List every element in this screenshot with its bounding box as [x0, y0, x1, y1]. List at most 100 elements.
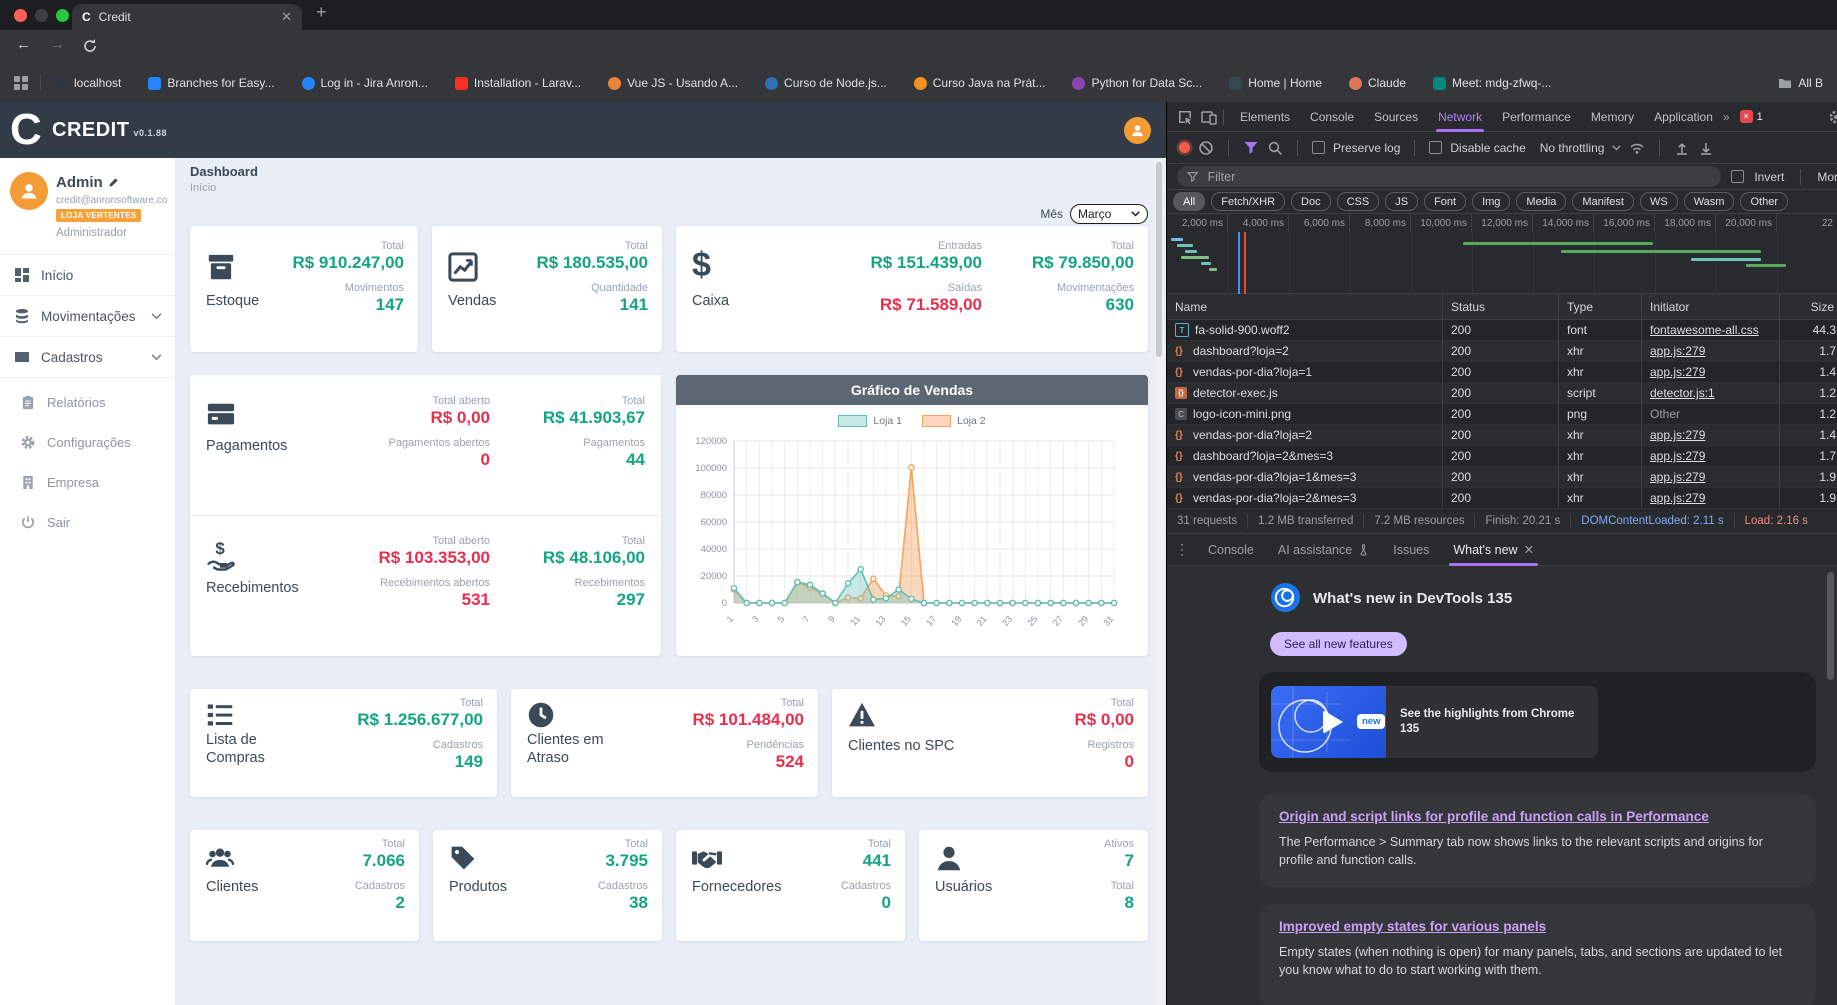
drawer-tab-ai-assistance[interactable]: AI assistance	[1268, 534, 1379, 566]
table-row[interactable]: {} vendas-por-dia?loja=1&mes=3 200 xhr ap…	[1167, 467, 1837, 488]
drawer-tab-whats-new[interactable]: What's new ✕	[1443, 534, 1544, 566]
bookmark-item[interactable]: Python for Data Sc...	[1072, 76, 1202, 90]
initiator-link[interactable]: detector.js:1	[1650, 386, 1715, 400]
initiator-link[interactable]: app.js:279	[1650, 365, 1705, 379]
month-select[interactable]: Março	[1070, 204, 1148, 224]
sidebar-item-configuracoes[interactable]: Configurações	[0, 422, 176, 462]
initiator-link[interactable]: app.js:279	[1650, 344, 1705, 358]
new-tab-button[interactable]: +	[316, 2, 327, 23]
drawer-tab-console[interactable]: Console	[1198, 534, 1264, 566]
filter-input[interactable]	[1205, 168, 1712, 185]
filter-funnel-icon[interactable]	[1243, 140, 1259, 156]
close-icon[interactable]: ✕	[1524, 542, 1534, 557]
device-toolbar-icon[interactable]	[1201, 109, 1217, 125]
filter-chip-media[interactable]: Media	[1516, 192, 1567, 211]
initiator-link[interactable]: fontawesome-all.css	[1650, 323, 1759, 337]
video-thumbnail[interactable]: new	[1271, 686, 1386, 758]
table-row[interactable]: {} vendas-por-dia?loja=1 200 xhr app.js:2…	[1167, 362, 1837, 383]
throttling-select[interactable]: No throttling	[1540, 141, 1605, 155]
column-header-size[interactable]: Size	[1780, 294, 1837, 320]
section-link[interactable]: Improved empty states for various panels	[1279, 919, 1796, 934]
highlight-card[interactable]: new See the highlights from Chrome 135	[1259, 672, 1816, 772]
bookmark-item[interactable]: Curso Java na Prát...	[913, 76, 1045, 90]
tab-close-icon[interactable]: ✕	[281, 9, 292, 25]
devtools-tab-application[interactable]: Application	[1644, 102, 1723, 132]
filter-chip-fetchxhr[interactable]: Fetch/XHR	[1211, 192, 1286, 211]
invert-checkbox[interactable]	[1731, 170, 1745, 183]
table-row[interactable]: Clogo-icon-mini.png 200 png Other 1.2	[1167, 404, 1837, 425]
column-header-name[interactable]: Name	[1167, 293, 1443, 320]
forward-icon[interactable]: →	[50, 36, 65, 53]
filter-chip-js[interactable]: JS	[1385, 192, 1419, 211]
bookmark-item[interactable]: Curso de Node.js...	[765, 76, 887, 90]
preserve-log-checkbox[interactable]	[1312, 141, 1325, 154]
network-overview[interactable]	[1167, 232, 1837, 294]
search-icon[interactable]	[1267, 140, 1283, 156]
column-header-initiator[interactable]: Initiator	[1642, 293, 1780, 320]
filter-chip-font[interactable]: Font	[1424, 192, 1467, 211]
app-scrollbar[interactable]	[1154, 158, 1164, 1005]
drawer-tab-issues[interactable]: Issues	[1383, 534, 1439, 566]
traffic-light-minimize[interactable]	[35, 9, 48, 22]
traffic-light-zoom[interactable]	[56, 9, 69, 22]
bookmark-item[interactable]: Branches for Easy...	[148, 76, 275, 90]
section-link[interactable]: Origin and script links for profile and …	[1279, 809, 1796, 824]
network-conditions-icon[interactable]	[1629, 140, 1645, 156]
bookmark-item[interactable]: Meet: mdg-zfwq-...	[1433, 76, 1551, 90]
initiator-link[interactable]: app.js:279	[1650, 449, 1705, 463]
inspect-element-icon[interactable]	[1177, 109, 1193, 125]
initiator-link[interactable]: app.js:279	[1650, 491, 1705, 505]
sidebar-item-sair[interactable]: Sair	[0, 502, 176, 542]
filter-chip-wasm[interactable]: Wasm	[1683, 192, 1735, 211]
table-row[interactable]: {} vendas-por-dia?loja=2 200 xhr app.js:2…	[1167, 425, 1837, 446]
reload-icon[interactable]	[82, 38, 98, 54]
table-row[interactable]: Tfa-solid-900.woff2 200 font fontawesome…	[1167, 320, 1837, 341]
sidebar-item-empresa[interactable]: Empresa	[0, 462, 176, 502]
record-icon[interactable]	[1179, 142, 1190, 153]
legend-item-loja2[interactable]: Loja 2	[922, 415, 986, 427]
apps-grid-icon[interactable]	[14, 76, 28, 90]
sidebar-item-inicio[interactable]: Início	[0, 255, 176, 295]
browser-tab[interactable]: C Credit ✕	[72, 4, 302, 30]
legend-item-loja1[interactable]: Loja 1	[838, 415, 902, 427]
bookmark-item[interactable]: localhost	[55, 76, 121, 90]
filter-chip-manifest[interactable]: Manifest	[1572, 192, 1634, 211]
see-all-features-button[interactable]: See all new features	[1270, 632, 1407, 656]
table-row[interactable]: {} dashboard?loja=2 200 xhr app.js:279 1.…	[1167, 341, 1837, 362]
filter-input-wrap[interactable]	[1177, 166, 1722, 187]
sidebar-item-cadastros[interactable]: Cadastros	[0, 337, 176, 377]
filter-chip-all[interactable]: All	[1173, 192, 1206, 211]
bookmark-item[interactable]: Vue JS - Usando A...	[608, 76, 738, 90]
filter-chip-img[interactable]: Img	[1472, 192, 1511, 211]
settings-gear-icon[interactable]	[1828, 109, 1837, 125]
back-icon[interactable]: ←	[16, 36, 31, 53]
devtools-tab-elements[interactable]: Elements	[1230, 102, 1300, 132]
bookmark-item[interactable]: Claude	[1349, 76, 1406, 90]
all-bookmarks-button[interactable]: All B	[1778, 76, 1823, 90]
filter-chip-doc[interactable]: Doc	[1291, 192, 1331, 211]
navbar-avatar[interactable]	[1124, 117, 1151, 144]
column-header-status[interactable]: Status	[1443, 293, 1559, 320]
more-options-icon[interactable]: ⋮	[1175, 541, 1190, 558]
bookmark-item[interactable]: Log in - Jira Anron...	[301, 76, 428, 90]
bookmark-item[interactable]: Installation - Larav...	[454, 76, 581, 90]
avatar[interactable]	[10, 172, 48, 210]
column-header-type[interactable]: Type	[1559, 293, 1642, 320]
table-row[interactable]: {} dashboard?loja=2&mes=3 200 xhr app.js:…	[1167, 446, 1837, 467]
more-tabs-icon[interactable]: »	[1723, 110, 1730, 124]
filter-chip-ws[interactable]: WS	[1639, 192, 1678, 211]
bookmark-item[interactable]: Home | Home	[1229, 76, 1322, 90]
initiator-link[interactable]: app.js:279	[1650, 428, 1705, 442]
sidebar-item-movimentacoes[interactable]: Movimentações	[0, 296, 176, 336]
initiator-link[interactable]: app.js:279	[1650, 470, 1705, 484]
table-row[interactable]: {} vendas-por-dia?loja=2&mes=3 200 xhr ap…	[1167, 488, 1837, 509]
error-badge-icon[interactable]: ✕	[1739, 110, 1753, 123]
export-har-icon[interactable]	[1698, 140, 1714, 156]
disable-cache-checkbox[interactable]	[1429, 141, 1443, 154]
traffic-light-close[interactable]	[14, 9, 27, 22]
devtools-tab-memory[interactable]: Memory	[1581, 102, 1644, 132]
devtools-tab-console[interactable]: Console	[1300, 102, 1364, 132]
filter-chip-other[interactable]: Other	[1740, 192, 1788, 211]
table-row[interactable]: {} detector-exec.js 200 script detector.j…	[1167, 383, 1837, 404]
sidebar-item-relatorios[interactable]: Relatórios	[0, 382, 176, 422]
